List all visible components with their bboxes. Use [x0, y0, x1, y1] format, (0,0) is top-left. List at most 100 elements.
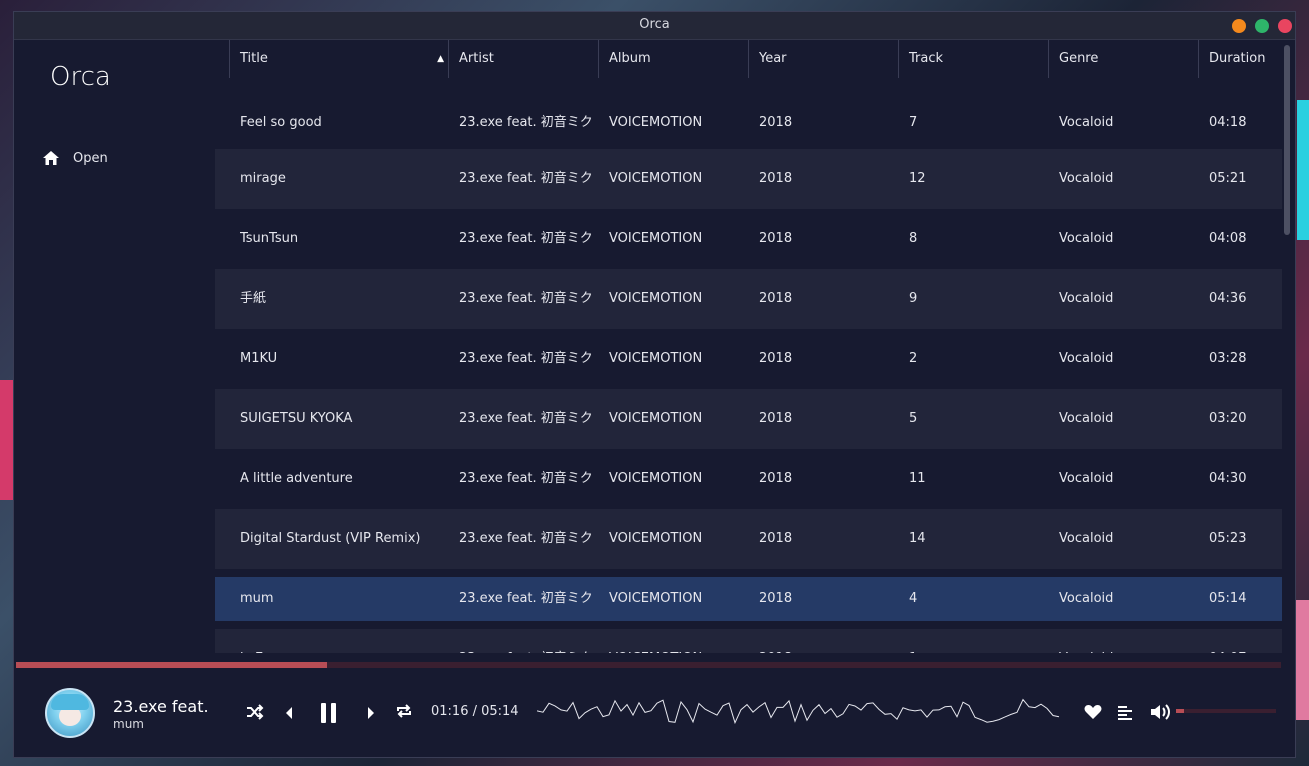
queue-icon[interactable] [1117, 704, 1133, 724]
cell-duration: 04:30 [1209, 471, 1247, 486]
cell-genre: Vocaloid [1059, 351, 1114, 366]
table-row[interactable]: TsunTsun 23.exe feat. 初音ミク VOICEMOTION 2018… [215, 209, 1282, 269]
cell-title: mum [240, 591, 274, 606]
app-window: Orca Orca Open Title ▲ Artist Album Year… [13, 11, 1296, 758]
cell-album: VOICEMOTION [609, 115, 703, 130]
next-icon[interactable] [366, 705, 376, 724]
cell-genre: Vocaloid [1059, 591, 1114, 606]
shuffle-icon[interactable] [246, 704, 264, 724]
cell-title: Feel so good [240, 115, 322, 130]
table-row[interactable]: M1KU 23.exe feat. 初音ミク VOICEMOTION 2018 2 Voc… [215, 329, 1282, 389]
cell-title: TsunTsun [240, 231, 299, 246]
table-row[interactable]: A little adventure 23.exe feat. 初音ミク VOICE… [215, 449, 1282, 509]
column-header-year[interactable]: Year [748, 40, 898, 78]
minimize-button[interactable] [1232, 19, 1246, 33]
cell-duration: 04:07 [1209, 629, 1279, 653]
cell-artist: 23.exe feat. 初音ミク [459, 291, 593, 306]
table-row[interactable]: koE 23.exe feat. 初音ミクVOICEMOTION 2018 1 Voca… [215, 629, 1282, 653]
cell-artist: 23.exe feat. 初音ミク [459, 351, 593, 366]
cell-genre: Vocaloid [1059, 115, 1114, 130]
background-decoration [1297, 100, 1309, 240]
cell-title: mirage [240, 171, 286, 186]
sidebar-item-open[interactable]: Open [42, 149, 162, 169]
volume-slider[interactable] [1176, 709, 1276, 713]
cell-album: VOICEMOTION [609, 171, 703, 186]
cell-year: 2018 [759, 591, 793, 606]
cell-duration: 05:21 [1209, 171, 1247, 186]
cell-year: 2018 [759, 629, 899, 653]
table-row[interactable]: mirage 23.exe feat. 初音ミク VOICEMOTION 2018 12… [215, 149, 1282, 209]
cell-track: 14 [909, 531, 926, 546]
column-header-album[interactable]: Album [598, 40, 748, 78]
player-bar: 23.exe feat. 初音ミク mum 01:16 / 05:14 [14, 669, 1295, 757]
table-header: Title ▲ Artist Album Year Track Genre Du… [215, 40, 1282, 78]
column-header-label: Genre [1059, 51, 1099, 66]
column-header-artist[interactable]: Artist [448, 40, 598, 78]
column-header-genre[interactable]: Genre [1048, 40, 1198, 78]
cell-genre: Vocaloid [1059, 629, 1199, 653]
heart-icon[interactable] [1084, 704, 1102, 724]
column-header-title[interactable]: Title ▲ [229, 40, 448, 78]
repeat-icon[interactable] [395, 703, 413, 723]
cell-album: VOICEMOTION [609, 411, 703, 426]
column-header-label: Artist [459, 51, 494, 66]
volume-icon[interactable] [1150, 703, 1172, 725]
cell-track: 7 [909, 115, 918, 130]
cell-title: A little adventure [240, 471, 353, 486]
cell-track: 8 [909, 231, 918, 246]
cell-duration: 04:36 [1209, 291, 1247, 306]
app-title: Orca [50, 62, 111, 92]
column-header-label: Track [909, 51, 944, 66]
previous-icon[interactable] [284, 705, 294, 724]
scrollbar-thumb[interactable] [1284, 45, 1290, 235]
pause-icon[interactable] [320, 702, 338, 728]
cell-artist: 23.exe feat. 初音ミク [459, 471, 593, 486]
table-row[interactable]: 手紙 23.exe feat. 初音ミク VOICEMOTION 2018 9 Vocal… [215, 269, 1282, 329]
cell-genre: Vocaloid [1059, 531, 1114, 546]
cell-title: SUIGETSU KYOKA [240, 411, 353, 426]
cell-duration: 04:08 [1209, 231, 1247, 246]
waveform-visualizer [537, 698, 1060, 725]
column-header-track[interactable]: Track [898, 40, 1048, 78]
cell-title: Digital Stardust (VIP Remix) [240, 531, 421, 546]
cell-genre: Vocaloid [1059, 231, 1114, 246]
table-row[interactable]: mum 23.exe feat. 初音ミク VOICEMOTION 2018 4 Voca… [215, 577, 1282, 621]
cell-album: VOICEMOTION [609, 531, 703, 546]
time-display: 01:16 / 05:14 [431, 704, 519, 719]
column-header-label: Year [759, 51, 787, 66]
maximize-button[interactable] [1255, 19, 1269, 33]
cell-track: 4 [909, 591, 918, 606]
cell-year: 2018 [759, 291, 793, 306]
cell-duration: 04:18 [1209, 115, 1247, 130]
cell-artist: 23.exe feat. 初音ミク [459, 171, 593, 186]
column-header-label: Album [609, 51, 651, 66]
cell-album: VOICEMOTION [609, 471, 703, 486]
cell-album: VOICEMOTION [609, 231, 703, 246]
cell-genre: Vocaloid [1059, 471, 1114, 486]
seek-bar-fill [16, 662, 328, 668]
table-row[interactable]: Digital Stardust (VIP Remix) 23.exe feat.… [215, 509, 1282, 569]
volume-slider-fill [1176, 709, 1184, 713]
track-table: Title ▲ Artist Album Year Track Genre Du… [215, 40, 1282, 653]
sort-ascending-icon: ▲ [437, 54, 444, 64]
cell-duration: 03:20 [1209, 411, 1247, 426]
cell-album: VOICEMOTION [609, 291, 703, 306]
cell-artist: 23.exe feat. 初音ミク [459, 629, 604, 653]
cell-album: VOICEMOTION [609, 629, 749, 653]
seek-bar[interactable] [16, 662, 1281, 668]
cell-genre: Vocaloid [1059, 411, 1114, 426]
cell-year: 2018 [759, 531, 793, 546]
cell-genre: Vocaloid [1059, 171, 1114, 186]
cell-artist: 23.exe feat. 初音ミク [459, 115, 593, 130]
column-header-label: Duration [1209, 51, 1266, 66]
sidebar: Orca Open [14, 40, 215, 660]
cell-track: 1 [909, 629, 1049, 653]
title-bar[interactable]: Orca [14, 12, 1295, 40]
table-row[interactable]: SUIGETSU KYOKA 23.exe feat. 初音ミク VOICEMOTI… [215, 389, 1282, 449]
background-decoration [1295, 600, 1309, 720]
close-button[interactable] [1278, 19, 1292, 33]
column-header-duration[interactable]: Duration [1198, 40, 1282, 78]
home-icon [42, 150, 60, 170]
cell-duration: 05:23 [1209, 531, 1247, 546]
table-row[interactable]: Feel so good 23.exe feat. 初音ミク VOICEMOTION… [215, 93, 1282, 153]
